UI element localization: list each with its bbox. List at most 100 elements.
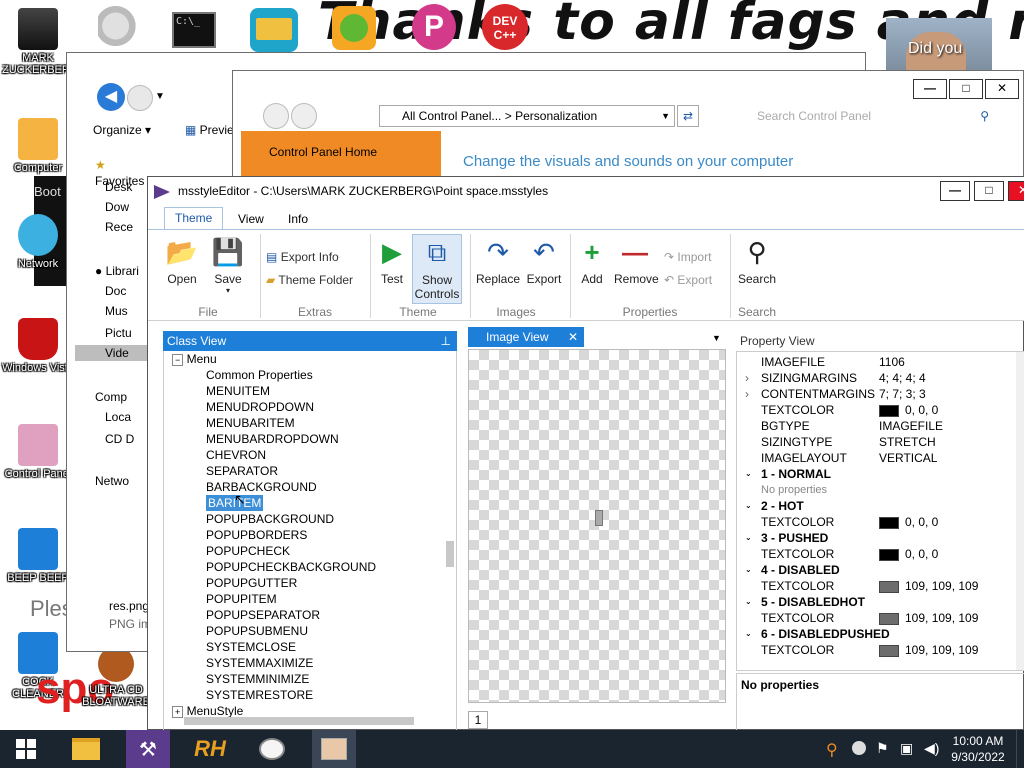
property-value[interactable]: IMAGEFILE <box>879 418 943 434</box>
tree-item[interactable]: SYSTEMMAXIMIZE <box>206 655 376 671</box>
chevron-down-icon[interactable]: ⌄ <box>745 466 752 482</box>
close-icon[interactable]: ✕ <box>568 327 578 347</box>
export-info-button[interactable]: ▤ Export Info <box>266 250 339 264</box>
replace-button[interactable]: ↷ Replace <box>476 236 520 287</box>
tree-item[interactable]: POPUPCHECK <box>206 543 376 559</box>
property-row[interactable]: TEXTCOLOR 0, 0, 0 <box>737 402 1017 418</box>
property-value[interactable]: 109, 109, 109 <box>879 642 978 658</box>
maximize-button[interactable]: □ <box>949 79 983 99</box>
minimize-button[interactable]: — <box>913 79 947 99</box>
property-row[interactable]: › CONTENTMARGINS 7; 7; 3; 3 <box>737 386 1017 402</box>
chevron-down-icon[interactable]: ⌄ <box>745 594 752 610</box>
nav-item[interactable]: CD D <box>105 431 134 447</box>
nav-network[interactable]: Netwo <box>95 473 129 489</box>
tree-item[interactable]: POPUPSUBMENU <box>206 623 376 639</box>
angry-birds-pig-icon[interactable] <box>332 6 376 50</box>
chevron-right-icon[interactable]: › <box>745 386 749 402</box>
desktop-icon-control-panel[interactable]: Control Panel <box>2 424 74 480</box>
property-value[interactable]: 0, 0, 0 <box>879 514 938 530</box>
property-value[interactable]: STRETCH <box>879 434 936 450</box>
tree-item[interactable]: POPUPBACKGROUND <box>206 511 376 527</box>
property-group[interactable]: ⌄ 6 - DISABLEDPUSHED <box>737 626 1017 642</box>
tree-item[interactable]: POPUPITEM <box>206 591 376 607</box>
tree-item[interactable]: MENUDROPDOWN <box>206 399 376 415</box>
close-button[interactable]: ✕ <box>985 79 1019 99</box>
property-empty[interactable]: No properties <box>737 482 1017 498</box>
nav-item[interactable]: Loca <box>105 409 131 425</box>
desktop-icon-ultra-cd[interactable]: ULTRA CD BLOATWARE <box>80 646 152 708</box>
nav-item[interactable]: Rece <box>105 219 133 235</box>
vertical-scrollbar[interactable] <box>446 541 454 567</box>
theme-folder-button[interactable]: ▰ Theme Folder <box>266 273 353 287</box>
close-button[interactable]: ✕ <box>1008 181 1024 201</box>
taskbar-resource-hacker[interactable]: RH <box>188 730 232 768</box>
organize-menu[interactable]: Organize ▾ <box>93 123 151 137</box>
nav-item[interactable]: Dow <box>105 199 129 215</box>
nav-libraries[interactable]: ● Librari <box>95 263 139 279</box>
remove-button[interactable]: — Remove <box>614 236 659 287</box>
cp-back-button[interactable] <box>263 103 289 129</box>
chevron-down-icon[interactable]: ⌄ <box>745 626 752 642</box>
property-row[interactable]: TEXTCOLOR 109, 109, 109 <box>737 578 1017 594</box>
taskbar-paint[interactable] <box>250 730 294 768</box>
chevron-down-icon[interactable]: ▼ <box>712 333 721 343</box>
chevron-down-icon[interactable]: ▼ <box>155 91 165 102</box>
tree-item[interactable]: MENUBARDROPDOWN <box>206 431 376 447</box>
property-value[interactable]: 7; 7; 3; 3 <box>879 386 926 402</box>
desktop-icon-beep[interactable]: BEEP BEEP <box>2 528 74 584</box>
chevron-down-icon[interactable]: ⌄ <box>745 530 752 546</box>
tree-item[interactable]: Common Properties <box>206 367 376 383</box>
search-input[interactable]: Search Control Panel ⚲ <box>757 105 993 127</box>
add-button[interactable]: + Add <box>576 236 608 287</box>
show-desktop-button[interactable] <box>1016 730 1024 768</box>
cmd-icon[interactable]: C:\_ <box>172 12 216 48</box>
tree-item[interactable]: POPUPSEPARATOR <box>206 607 376 623</box>
address-bar[interactable]: All Control Panel... > Personalization ▼ <box>379 105 675 127</box>
property-group[interactable]: ⌄ 5 - DISABLEDHOT <box>737 594 1017 610</box>
import-button[interactable]: ↷ Import <box>664 250 711 264</box>
explorer-forward-button[interactable] <box>127 85 153 111</box>
tree-node-menu[interactable]: − Menu <box>172 351 217 367</box>
property-row[interactable]: SIZINGTYPE STRETCH <box>737 434 1017 450</box>
property-value[interactable]: VERTICAL <box>879 450 937 466</box>
property-value[interactable]: 0, 0, 0 <box>879 546 938 562</box>
property-value[interactable]: 109, 109, 109 <box>879 610 978 626</box>
open-button[interactable]: 📂 Open <box>164 236 200 287</box>
property-value[interactable]: 1106 <box>879 354 905 370</box>
property-row[interactable]: IMAGEFILE 1106 <box>737 354 1017 370</box>
nav-item-selected[interactable]: Vide <box>75 345 151 361</box>
property-group[interactable]: ⌄ 3 - PUSHED <box>737 530 1017 546</box>
desktop-icon-network[interactable]: Network <box>2 214 74 270</box>
search-button[interactable]: ⚲ Search <box>736 236 778 287</box>
cp-forward-button[interactable] <box>291 103 317 129</box>
nav-item[interactable]: Desk <box>105 179 132 195</box>
pin-icon[interactable]: ⊥ <box>441 331 451 351</box>
tree-item[interactable]: MENUITEM <box>206 383 376 399</box>
tab-theme[interactable]: Theme <box>164 207 224 229</box>
save-button[interactable]: 💾 Save ▾ <box>210 236 246 296</box>
desktop-icon-user[interactable]: MARK ZUCKERBERG <box>2 8 78 76</box>
network-icon[interactable]: ▣ <box>900 740 913 757</box>
vertical-scrollbar[interactable] <box>1016 352 1024 670</box>
property-value[interactable]: 4; 4; 4; 4 <box>879 370 926 386</box>
nav-computer[interactable]: Comp <box>95 389 127 405</box>
test-button[interactable]: ▶ Test <box>376 236 408 287</box>
refresh-icon[interactable]: ⇄ <box>677 105 699 127</box>
tree-item[interactable]: POPUPBORDERS <box>206 527 376 543</box>
property-row[interactable]: BGTYPE IMAGEFILE <box>737 418 1017 434</box>
horizontal-scrollbar[interactable] <box>184 717 414 725</box>
property-row[interactable]: TEXTCOLOR 109, 109, 109 <box>737 610 1017 626</box>
nav-item[interactable]: Mus <box>105 303 128 319</box>
volume-icon[interactable]: ◀) <box>924 740 939 757</box>
property-row[interactable]: TEXTCOLOR 0, 0, 0 <box>737 546 1017 562</box>
property-value[interactable]: 109, 109, 109 <box>879 578 978 594</box>
minimize-button[interactable]: — <box>940 181 970 201</box>
search-icon[interactable]: ⚲ <box>826 740 838 760</box>
p-logo-icon[interactable]: P <box>412 4 456 50</box>
tree-item[interactable]: BARBACKGROUND <box>206 479 376 495</box>
chevron-down-icon[interactable]: ⌄ <box>745 498 752 514</box>
taskbar-control-panel[interactable] <box>312 730 356 768</box>
tree-item[interactable]: POPUPGUTTER <box>206 575 376 591</box>
property-row[interactable]: TEXTCOLOR 109, 109, 109 <box>737 642 1017 658</box>
tab-info[interactable]: Info <box>278 209 318 229</box>
